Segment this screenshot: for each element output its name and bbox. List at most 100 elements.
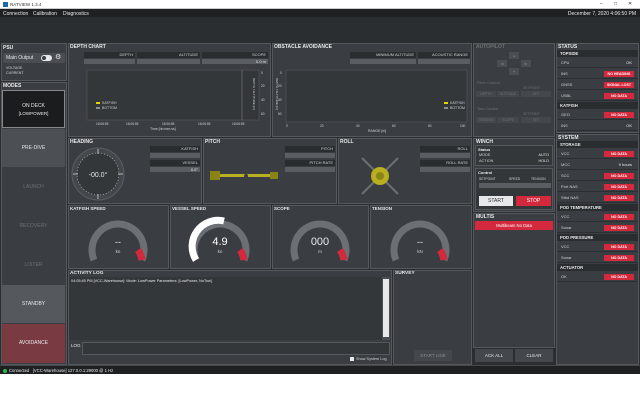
activity-log-entry: 04:05:45 PM [VCC-Warehouse]: Mode: LowPo… [71,279,212,283]
system-row-name: Sonar [561,255,572,260]
ap-set-button-2[interactable]: SET [521,117,551,123]
xtick-2: 16:06:55 [162,122,175,126]
menu-connection[interactable]: Connection [3,11,28,17]
multis-title: MULTIS [476,214,495,220]
system-row: Sonar NO DATA [557,223,638,233]
activity-log-scrollbar[interactable] [382,277,390,340]
storage-header: STORAGE [557,141,638,148]
dpad-right-button[interactable]: ▶ [521,60,531,67]
mode-pre-dive-button[interactable]: PRE-DIVE [2,129,65,167]
alarm-badge: SIGNAL LOST [604,82,634,88]
depth-value [84,59,135,64]
activity-log-list[interactable]: 04:05:45 PM [VCC-Warehouse]: Mode: LowPo… [69,277,382,340]
system-row: VCC NO DATA [557,149,638,159]
show-system-log-label: Show System Log [356,356,387,361]
actuator-header: ACTUATOR [557,264,638,271]
status-body: TOPSIDE CPU OK INS NO HEADING GNSS SIGNAL L… [557,50,638,132]
heading-katfish-header: KATFISH [150,146,200,152]
ytick-2: 40 [261,98,265,102]
mode-loiter-label: LOITER [24,262,43,268]
ap-depth-button[interactable]: DEPTH [476,91,496,97]
system-row-name: Port NAS [561,184,578,189]
alarm-badge: NO DATA [604,93,634,99]
system-row: VCC NO DATA [557,212,638,222]
winch-stop-button[interactable]: STOP [516,196,551,206]
alarm-badge: NO DATA [604,214,634,220]
roll-rate-value [420,167,470,172]
app-icon [3,2,8,7]
obs-legend-katfish-swatch [444,102,448,104]
mode-recovery-label: RECOVERY [19,223,48,229]
close-button[interactable]: ✕ [628,1,632,7]
status-row-value: OK [626,123,632,128]
dpad: ▲ ◀ ▶ ▼ [497,52,531,76]
depth-chart-plot: KATFISH BOTTOM 16:06:55 16:06:55 16:06:5… [86,69,265,131]
scope-value: 0.0 m [202,59,268,64]
ack-all-button[interactable]: ACK ALL [475,349,513,362]
status-bar: Connected [VCC-Warehouse] 127.0.0.1:2900… [0,365,640,374]
heading-value: -00.0° [89,171,108,179]
dpad-down-button[interactable]: ▼ [509,68,519,75]
pitch-header: PITCH [285,146,335,152]
mode-recovery-button[interactable]: RECOVERY [2,207,65,245]
maximize-button[interactable]: □ [614,1,617,7]
gauge-title-scope: SCOPE [274,206,290,211]
obs-legend-katfish: KATFISH [450,101,465,105]
menu-calibration[interactable]: Calibration [33,11,57,17]
roll-value [420,153,470,158]
system-row: VCC NO DATA [557,242,638,252]
mode-loiter-button[interactable]: LOITER [2,246,65,284]
ap-tension-button[interactable]: TENSION [476,117,496,123]
ap-altitude-button[interactable]: ALTITUDE [497,91,519,97]
log-input[interactable] [82,342,390,355]
gauge-katfish-speed: -- kn [88,220,148,262]
gauge-value-katfish-speed: -- [115,237,121,247]
dpad-up-button[interactable]: ▲ [509,52,519,59]
minimize-button[interactable]: – [600,1,603,7]
roll-vehicle-icon [361,157,399,195]
multis-panel [473,213,555,348]
mode-standby-button[interactable]: STANDBY [2,285,65,323]
winch-setpoint-label: SETPOINT [479,177,496,181]
winch-control-label: Control [478,170,493,175]
heading-vessel-header: VESSEL [150,160,200,166]
winch-status-label: Status [478,147,491,152]
obs-xtick-5: 100 [460,124,466,128]
menu-diagnostics[interactable]: Diagnostics [63,11,89,17]
mode-launch-button[interactable]: LAUNCH [2,168,65,206]
winch-setpoint-input[interactable] [479,183,551,188]
winch-start-button[interactable]: START [479,196,513,206]
roll-rate-header: ROLL RATE [420,160,470,166]
gear-icon[interactable]: ⚙ [55,53,61,61]
legend-bottom: BOTTOM [102,106,117,110]
show-system-log-checkbox[interactable] [350,357,354,361]
clear-button[interactable]: CLEAR [515,349,553,362]
activity-log-scroll-thumb[interactable] [383,279,389,337]
autopilot-title: AUTOPILOT [476,44,505,50]
status-row: INS NO HEADING [557,69,638,79]
system-row: Stbd NAS NO DATA [557,193,638,203]
alarm-badge: NO DATA [604,195,634,201]
winch-tension-label: TENSION [531,177,546,181]
obs-xtick-2: 40 [356,124,360,128]
start-line-button[interactable]: START LINE [414,350,452,361]
gauge-unit-vessel-speed: kn [218,249,223,254]
alarm-badge: NO DATA [604,244,634,250]
mode-avoidance-button[interactable]: AVOIDANCE [2,324,65,363]
mode-on-deck-button[interactable]: ON DECK [LOWPOWER] [2,90,65,128]
gauge-title-tension: TENSION [372,206,393,211]
bottom-blank [0,374,640,400]
mode-on-deck-sub: [LOWPOWER] [18,111,49,116]
obstacle-title: OBSTACLE AVOIDANCE [274,44,332,50]
ytick-3: 60 [261,112,265,116]
ap-set-button-1[interactable]: SET [521,91,551,97]
heading-katfish-value [150,153,200,158]
main-output-toggle[interactable] [41,55,52,61]
min-altitude-value [350,59,416,64]
mode-standby-label: STANDBY [21,301,46,307]
alarm-badge: NO DATA [604,274,634,280]
xtick-1: 16:06:55 [126,122,139,126]
dpad-left-button[interactable]: ◀ [497,60,507,67]
ap-scope-button[interactable]: SCOPE [497,117,519,123]
pitch-control-label: Pitch Control [477,80,500,85]
